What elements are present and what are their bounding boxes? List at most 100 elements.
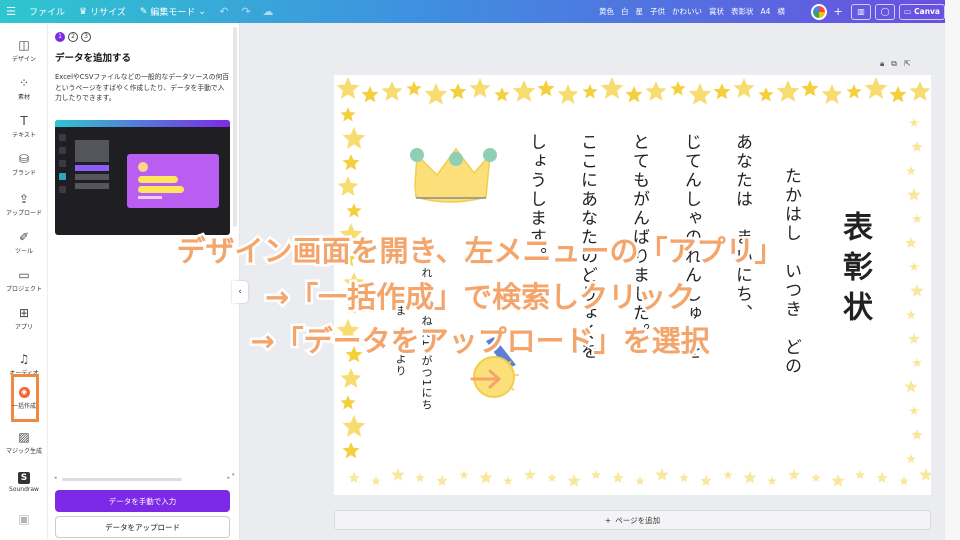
undo-icon[interactable]: ↶ bbox=[213, 0, 235, 23]
star-decoration bbox=[459, 470, 469, 479]
rail-item-label: テキスト bbox=[12, 131, 36, 139]
present-button[interactable]: ▭ Canva bbox=[899, 3, 945, 20]
medal-illustration bbox=[473, 337, 519, 398]
file-menu[interactable]: ファイル bbox=[22, 0, 72, 23]
star-decoration bbox=[336, 77, 360, 99]
star-decoration bbox=[479, 471, 493, 484]
soundraw-icon: S bbox=[18, 471, 30, 484]
panel-title: データを追加する bbox=[55, 53, 132, 64]
left-rail: ◫ デザイン ⁘ 素材 T テキスト ⛁ ブランド ⇪ アップロード ✐ ツール ▭ プロジェ… bbox=[0, 23, 48, 540]
cloud-save-icon[interactable]: ☁ bbox=[257, 0, 279, 23]
panel-scrollbar[interactable]: ▾ bbox=[232, 23, 238, 478]
star-decoration bbox=[348, 472, 360, 483]
rail-item-label: デザイン bbox=[11, 55, 36, 63]
upload-data-button[interactable]: データをアップロード bbox=[55, 516, 230, 538]
crown-illustration bbox=[410, 147, 497, 203]
app-placeholder-icon: ▣ bbox=[18, 512, 30, 526]
star-decoration bbox=[909, 81, 931, 101]
rail-item-soundraw[interactable]: S Soundraw bbox=[0, 463, 48, 501]
analytics-icon[interactable]: ▥ bbox=[851, 3, 872, 20]
rail-item-text[interactable]: T テキスト bbox=[0, 107, 48, 145]
rail-item-brand[interactable]: ⛁ ブランド bbox=[0, 145, 48, 183]
right-edge-strip bbox=[945, 0, 960, 540]
star-decoration bbox=[876, 472, 888, 483]
enter-data-manually-button[interactable]: データを手動で入力 bbox=[55, 490, 230, 512]
design-title-tags[interactable]: 黄色 白 星 子供 かわいい 賞状 表彰状 A4 横 bbox=[599, 0, 785, 23]
star-decoration bbox=[424, 83, 448, 105]
present-icon: ▭ bbox=[904, 7, 912, 16]
star-decoration bbox=[767, 476, 777, 485]
pencil-icon: ✎ bbox=[139, 6, 148, 17]
rail-item-tools[interactable]: ✐ ツール bbox=[0, 223, 48, 261]
star-decoration bbox=[723, 470, 733, 479]
star-decoration bbox=[909, 118, 919, 127]
rail-item-design[interactable]: ◫ デザイン bbox=[0, 31, 48, 69]
panel-description: ExcelやCSVファイルなどの一般的なデータソースの何百というページをすばやく… bbox=[55, 73, 230, 102]
resize-menu[interactable]: ♛ リサイズ bbox=[72, 0, 133, 23]
crown-icon: ♛ bbox=[79, 6, 88, 17]
rail-item-uploads[interactable]: ⇪ アップロード bbox=[0, 185, 48, 223]
star-decoration bbox=[346, 203, 362, 218]
rail-item-magic-media[interactable]: ▨ マジック生成 bbox=[0, 423, 48, 461]
avatar[interactable] bbox=[811, 3, 828, 20]
star-decoration bbox=[600, 77, 624, 99]
star-decoration bbox=[612, 472, 624, 483]
star-decoration bbox=[381, 81, 403, 101]
step-3: 3 bbox=[81, 32, 91, 42]
star-decoration bbox=[494, 87, 510, 102]
star-decoration bbox=[391, 468, 405, 481]
design-page[interactable]: 表彰状 たかはし いつき どの あなたは まいにち、 じてんしゃのれんしゅうを … bbox=[334, 75, 931, 495]
topbar-right: + ▥ ◯ ▭ Canva bbox=[811, 0, 945, 23]
rail-item-projects[interactable]: ▭ プロジェクト bbox=[0, 261, 48, 299]
plus-icon: + bbox=[604, 515, 612, 525]
chevron-down-icon: ⌄ bbox=[198, 6, 206, 17]
hamburger-menu-icon[interactable]: ☰ bbox=[0, 0, 22, 23]
body-line-3: とてもがんばりました。 bbox=[629, 133, 649, 342]
star-decoration bbox=[625, 86, 643, 103]
lock-icon[interactable]: 🔒︎ bbox=[880, 59, 884, 69]
tag-text: 賞状 bbox=[709, 7, 724, 16]
star-decoration bbox=[904, 380, 918, 393]
magic-image-icon: ▨ bbox=[18, 429, 30, 444]
comment-icon[interactable]: ◯ bbox=[875, 3, 896, 20]
star-decoration bbox=[342, 415, 366, 437]
rail-item-apps[interactable]: ⊞ アプリ bbox=[0, 299, 48, 337]
music-icon: ♫ bbox=[18, 351, 30, 366]
star-decoration bbox=[582, 84, 598, 99]
star-decoration bbox=[512, 80, 536, 102]
tag-text: 子供 bbox=[650, 7, 665, 16]
rail-item-bulk-create[interactable]: ◉ 一括作成 bbox=[0, 379, 48, 417]
collapse-panel-icon[interactable]: ‹ bbox=[232, 281, 248, 303]
star-decoration bbox=[713, 83, 731, 100]
star-decoration bbox=[758, 87, 774, 102]
tag-text: 横 bbox=[777, 7, 785, 16]
rail-item-label: プロジェクト bbox=[5, 285, 42, 293]
star-decoration bbox=[801, 80, 819, 97]
share-page-icon[interactable]: ⇱ bbox=[904, 59, 911, 69]
star-decoration bbox=[345, 346, 363, 363]
star-decoration bbox=[911, 141, 923, 152]
rail-item-label: アプリ bbox=[14, 323, 33, 331]
star-decoration bbox=[557, 84, 579, 104]
duplicate-page-icon[interactable]: ⧉ bbox=[891, 59, 897, 69]
star-decoration bbox=[415, 473, 425, 482]
edit-mode-menu[interactable]: ✎ 編集モード ⌄ bbox=[133, 0, 213, 23]
date-line: れいわ ねん10がつ1にち bbox=[420, 267, 433, 411]
star-decoration bbox=[645, 81, 667, 101]
star-decoration bbox=[503, 476, 513, 485]
add-page-button[interactable]: + ページを追加 bbox=[334, 510, 931, 530]
layout-icon: ◫ bbox=[18, 37, 30, 52]
star-decoration bbox=[337, 176, 359, 196]
star-decoration bbox=[339, 250, 357, 267]
star-decoration bbox=[889, 86, 907, 103]
add-collaborator-icon[interactable]: + bbox=[831, 5, 845, 18]
star-decoration bbox=[910, 284, 924, 297]
rail-item-elements[interactable]: ⁘ 素材 bbox=[0, 69, 48, 107]
rail-item-more[interactable]: ▣ bbox=[0, 501, 48, 539]
star-decoration bbox=[864, 77, 888, 99]
panel-horizontal-scrollbar[interactable]: ◂ ▸ bbox=[54, 475, 230, 482]
text-icon: T bbox=[20, 113, 28, 128]
tag-text: 黄色 bbox=[599, 7, 614, 16]
star-decoration bbox=[855, 470, 865, 479]
redo-icon[interactable]: ↷ bbox=[235, 0, 257, 23]
